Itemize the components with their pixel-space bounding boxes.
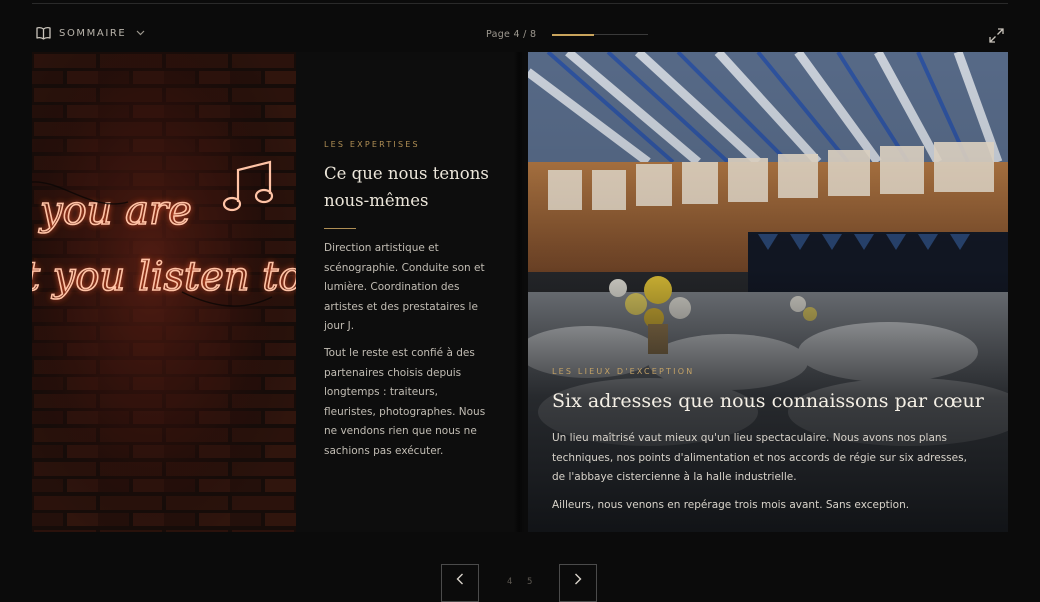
expertises-paragraph-1: Direction artistique et scénographie. Co…	[324, 242, 485, 332]
pager-next-number: 5	[527, 577, 533, 587]
chevron-left-icon	[456, 573, 463, 585]
left-page: you are t you listen to you are t you li…	[32, 52, 520, 532]
pager: 4 5	[0, 564, 1040, 602]
expand-icon	[989, 28, 1004, 43]
neon-line-2: t you listen to	[32, 254, 296, 300]
right-page: LES LIEUX D'EXCEPTION Six adresses que n…	[528, 52, 1008, 532]
lieux-paragraph-2: Ailleurs, nous venons en repérage trois …	[552, 499, 910, 511]
magazine-spread: you are t you listen to you are t you li…	[32, 52, 1008, 532]
expertises-divider	[324, 228, 356, 229]
expertises-title: Ce que nous tenons nous-mêmes	[324, 164, 489, 210]
lieux-title: Six adresses que nous connaissons par cœ…	[552, 390, 984, 412]
neon-line-1: you are	[38, 188, 192, 234]
chevron-right-icon	[575, 573, 582, 585]
pager-current-number: 4	[507, 577, 513, 587]
top-divider	[32, 3, 1008, 4]
fullscreen-button[interactable]	[989, 28, 1004, 47]
sommaire-menu-button[interactable]: SOMMAIRE	[36, 26, 145, 40]
book-icon	[36, 27, 51, 40]
toolbar: SOMMAIRE Page 4 / 8	[32, 26, 1008, 46]
expertises-eyebrow: LES EXPERTISES	[324, 140, 420, 149]
neon-sign-photo: you are t you listen to you are t you li…	[32, 52, 296, 532]
page-indicator-text: Page 4 / 8	[486, 29, 537, 40]
chevron-down-icon	[136, 30, 145, 36]
lieux-paragraph-1: Un lieu maîtrisé vaut mieux qu'un lieu s…	[552, 432, 967, 483]
lieux-eyebrow: LES LIEUX D'EXCEPTION	[552, 367, 695, 376]
next-page-button[interactable]	[559, 564, 597, 602]
expertises-paragraph-2: Tout le reste est confié à des partenair…	[324, 347, 486, 457]
previous-page-button[interactable]	[441, 564, 479, 602]
page-gutter	[514, 52, 524, 532]
reading-progress-bar	[552, 33, 649, 36]
sommaire-label: SOMMAIRE	[59, 27, 127, 39]
reading-progress-fill	[552, 33, 594, 36]
page-indicator: Page 4 / 8	[486, 29, 649, 40]
